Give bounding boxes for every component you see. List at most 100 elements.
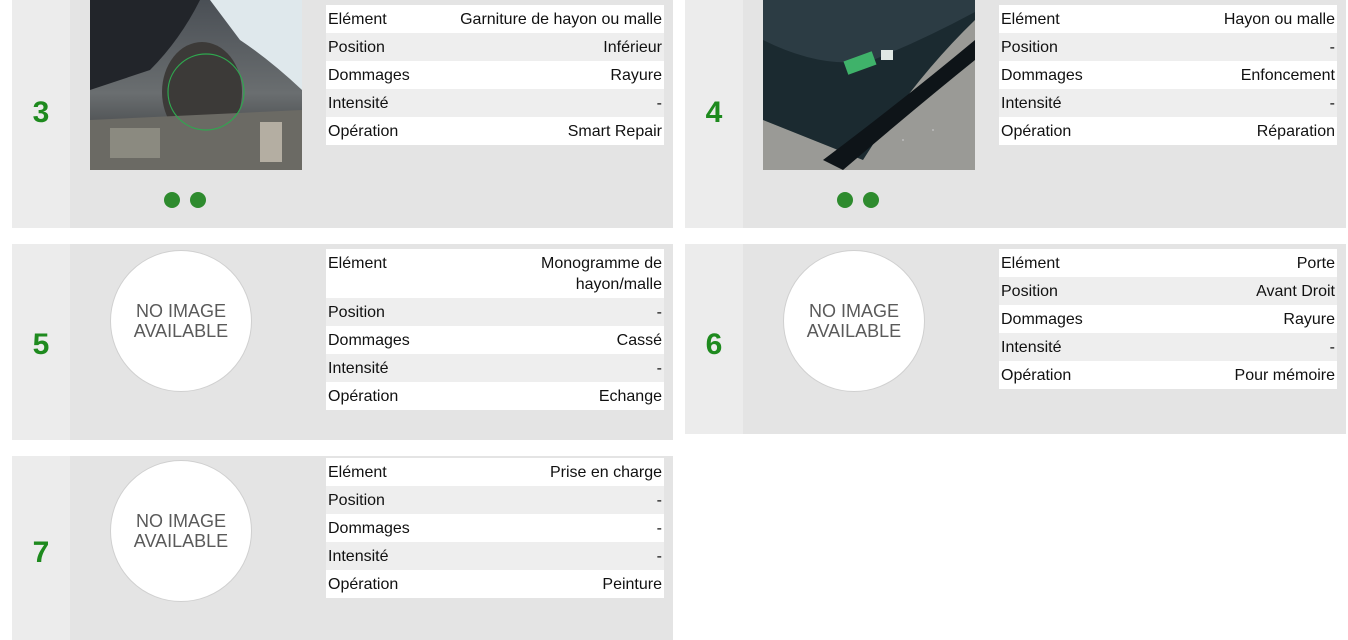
value-position: - (656, 492, 662, 509)
photo-pagination (164, 192, 206, 208)
row-operation: Opération Peinture (326, 570, 664, 598)
damage-photo[interactable] (763, 0, 975, 170)
no-image-text: AVAILABLE (133, 531, 229, 551)
no-image-text: NO IMAGE (135, 301, 226, 321)
value-damages: Enfoncement (1240, 67, 1335, 84)
row-position: Position Inférieur (326, 33, 664, 61)
label-position: Position (328, 304, 385, 321)
value-operation: Smart Repair (567, 123, 662, 140)
damage-details-table: Elément Porte Position Avant Droit Dommage… (999, 249, 1337, 389)
label-intensity: Intensité (1001, 95, 1062, 112)
value-position: - (656, 304, 662, 321)
label-damages: Dommages (1001, 67, 1083, 84)
value-element: Hayon ou malle (1223, 11, 1335, 28)
row-element: Elément Monogramme de hayon/malle (326, 249, 664, 298)
no-image-text: AVAILABLE (133, 321, 229, 341)
row-position: Position - (999, 33, 1337, 61)
row-position: Position - (326, 486, 664, 514)
no-image-text: NO IMAGE (808, 301, 899, 321)
label-damages: Dommages (1001, 311, 1083, 328)
value-element: Monogramme de hayon/malle (541, 255, 662, 293)
value-operation: Pour mémoire (1234, 367, 1335, 384)
photo-pagination (837, 192, 879, 208)
label-intensity: Intensité (328, 360, 389, 377)
value-element: Porte (1296, 255, 1335, 272)
row-damages: Dommages Enfoncement (999, 61, 1337, 89)
row-element: Elément Garniture de hayon ou malle (326, 5, 664, 33)
damage-card-4: 4 Elément Hayon ou malle Position - Dommag… (685, 0, 1346, 228)
row-damages: Dommages - (326, 514, 664, 542)
damage-details-table: Elément Monogramme de hayon/malle Positio… (326, 249, 664, 410)
pagination-dot[interactable] (190, 192, 206, 208)
damage-details-table: Elément Prise en charge Position - Dommage… (326, 458, 664, 598)
row-intensity: Intensité - (999, 89, 1337, 117)
value-operation: Réparation (1256, 123, 1335, 140)
label-intensity: Intensité (328, 95, 389, 112)
label-position: Position (328, 492, 385, 509)
value-position: - (1329, 39, 1335, 56)
value-operation: Echange (598, 388, 662, 405)
no-image-placeholder: NO IMAGE AVAILABLE (110, 250, 252, 392)
label-element: Elément (1001, 11, 1060, 28)
row-element: Elément Hayon ou malle (999, 5, 1337, 33)
label-operation: Opération (328, 123, 399, 140)
row-position: Position - (326, 298, 664, 326)
label-position: Position (1001, 39, 1058, 56)
row-damages: Dommages Rayure (326, 61, 664, 89)
damage-number: 4 (705, 96, 723, 129)
row-intensity: Intensité - (999, 333, 1337, 361)
label-element: Elément (328, 11, 387, 28)
no-image-text: NO IMAGE (135, 511, 226, 531)
value-damages: Rayure (610, 67, 662, 84)
damage-number: 7 (32, 536, 50, 569)
label-damages: Dommages (328, 67, 410, 84)
row-element: Elément Porte (999, 249, 1337, 277)
label-operation: Opération (1001, 123, 1072, 140)
no-image-placeholder: NO IMAGE AVAILABLE (783, 250, 925, 392)
row-element: Elément Prise en charge (326, 458, 664, 486)
row-intensity: Intensité - (326, 354, 664, 382)
value-element: Prise en charge (549, 464, 662, 481)
label-damages: Dommages (328, 520, 410, 537)
pagination-dot[interactable] (837, 192, 853, 208)
label-operation: Opération (328, 576, 399, 593)
damage-number: 6 (705, 328, 723, 361)
value-intensity: - (656, 95, 662, 112)
label-operation: Opération (1001, 367, 1072, 384)
row-operation: Opération Réparation (999, 117, 1337, 145)
value-position: Inférieur (603, 39, 662, 56)
value-position: Avant Droit (1256, 283, 1335, 300)
value-damages: Rayure (1283, 311, 1335, 328)
damage-number: 3 (32, 96, 50, 129)
label-element: Elément (1001, 255, 1060, 272)
row-damages: Dommages Cassé (326, 326, 664, 354)
damage-photo[interactable] (90, 0, 302, 170)
damage-details-table: Elément Garniture de hayon ou malle Posit… (326, 5, 664, 145)
row-position: Position Avant Droit (999, 277, 1337, 305)
no-image-placeholder: NO IMAGE AVAILABLE (110, 460, 252, 602)
row-intensity: Intensité - (326, 89, 664, 117)
value-intensity: - (1329, 339, 1335, 356)
label-element: Elément (328, 255, 387, 272)
label-element: Elément (328, 464, 387, 481)
damage-card-7: 7 NO IMAGE AVAILABLE Elément Prise en cha… (12, 456, 673, 640)
value-intensity: - (656, 360, 662, 377)
damage-card-3: 3 Elément Garniture de hayon ou malle Po… (12, 0, 673, 228)
no-image-text: AVAILABLE (806, 321, 902, 341)
row-intensity: Intensité - (326, 542, 664, 570)
label-operation: Opération (328, 388, 399, 405)
label-position: Position (1001, 283, 1058, 300)
damage-card-6: 6 NO IMAGE AVAILABLE Elément Porte Positi… (685, 244, 1346, 434)
damage-card-5: 5 NO IMAGE AVAILABLE Elément Monogramme d… (12, 244, 673, 440)
label-position: Position (328, 39, 385, 56)
row-operation: Opération Echange (326, 382, 664, 410)
row-damages: Dommages Rayure (999, 305, 1337, 333)
pagination-dot[interactable] (164, 192, 180, 208)
label-intensity: Intensité (1001, 339, 1062, 356)
damage-details-table: Elément Hayon ou malle Position - Dommages… (999, 5, 1337, 145)
value-intensity: - (656, 548, 662, 565)
row-operation: Opération Pour mémoire (999, 361, 1337, 389)
row-operation: Opération Smart Repair (326, 117, 664, 145)
label-damages: Dommages (328, 332, 410, 349)
pagination-dot[interactable] (863, 192, 879, 208)
